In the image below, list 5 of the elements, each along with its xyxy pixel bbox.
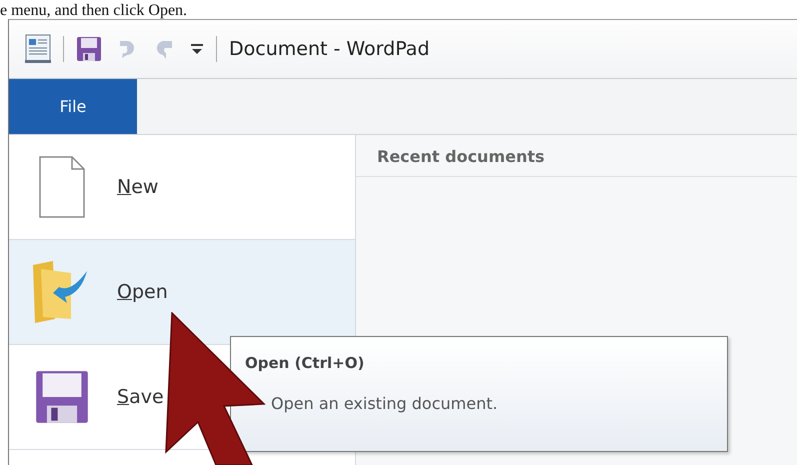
recent-documents-heading: Recent documents: [356, 147, 797, 177]
tooltip-title: Open (Ctrl+O): [245, 354, 364, 372]
window-title: Document - WordPad: [229, 38, 430, 60]
instruction-text: e menu, and then click Open.: [0, 1, 188, 20]
tooltip-description: Open an existing document.: [271, 394, 498, 413]
